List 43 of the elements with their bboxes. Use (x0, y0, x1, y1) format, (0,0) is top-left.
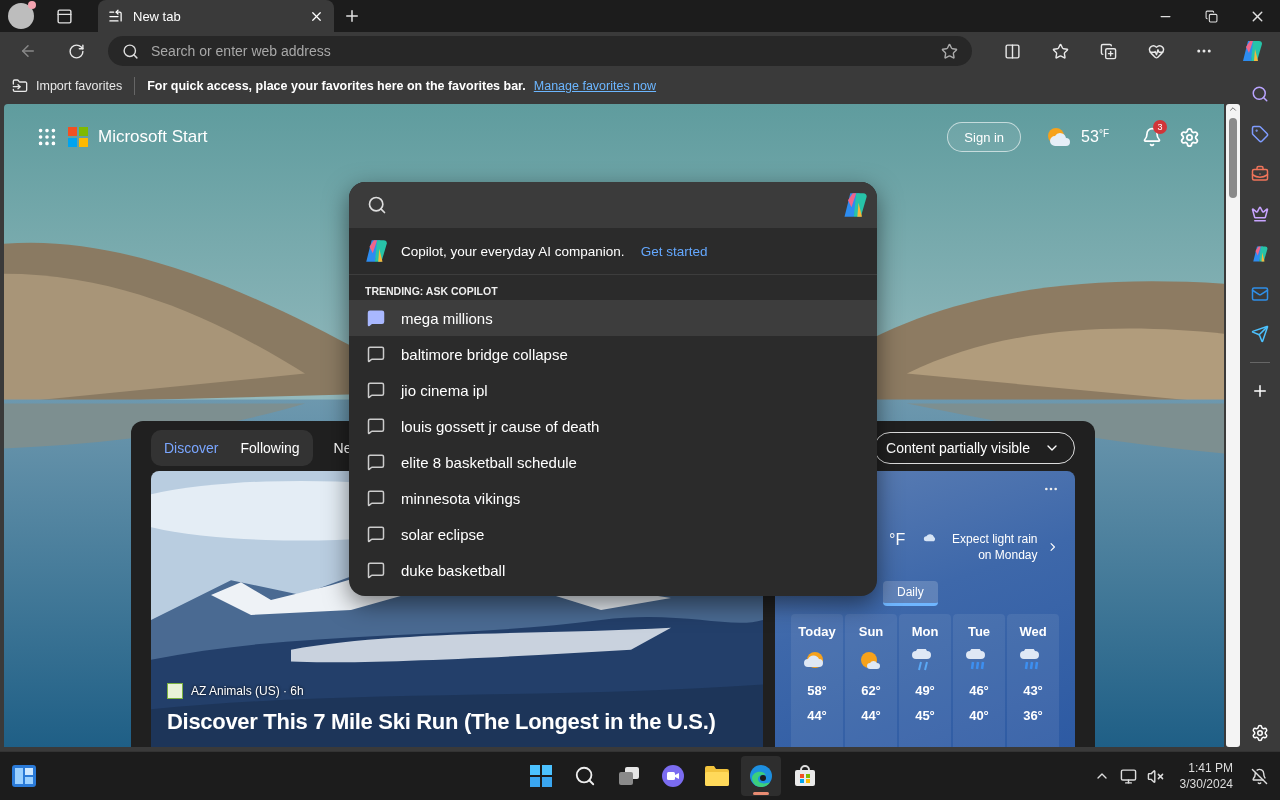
send-icon[interactable] (1251, 325, 1269, 343)
import-icon (12, 78, 28, 94)
collections-icon[interactable] (1099, 42, 1117, 60)
manage-favorites-link[interactable]: Manage favorites now (533, 79, 657, 93)
volume-muted-icon[interactable] (1146, 767, 1164, 785)
browser-tab[interactable]: New tab (98, 0, 334, 32)
profile-avatar[interactable] (8, 3, 34, 29)
star-icon[interactable] (941, 42, 958, 60)
notifications-icon[interactable] (1251, 767, 1268, 785)
heart-pulse-icon[interactable] (1147, 42, 1165, 60)
restore-icon[interactable] (1204, 9, 1218, 23)
copilot-icon[interactable] (1240, 39, 1264, 63)
network-icon[interactable] (1119, 767, 1137, 785)
video-chat-icon[interactable] (660, 764, 685, 788)
toolbox-icon[interactable] (1251, 165, 1269, 183)
folder-icon[interactable] (704, 766, 729, 786)
favorites-hint: For quick access, place your favorites here on the favorites bar. (147, 79, 526, 93)
scroll-thumb[interactable] (1229, 118, 1237, 198)
page-icon (108, 8, 123, 24)
shopping-bag-icon[interactable] (792, 764, 817, 788)
back-icon[interactable] (19, 42, 37, 60)
refresh-icon[interactable] (67, 42, 85, 60)
scrollbar[interactable] (1226, 104, 1240, 747)
copilot-icon[interactable] (1251, 245, 1269, 263)
tag-icon[interactable] (1251, 125, 1269, 143)
search-icon[interactable] (573, 765, 596, 787)
settings-icon[interactable] (1251, 724, 1269, 742)
search-icon (122, 42, 139, 60)
browser-icon[interactable] (748, 764, 773, 788)
scroll-up-icon[interactable] (1228, 104, 1238, 114)
windows-stack-icon[interactable] (616, 765, 641, 787)
add-icon[interactable] (1251, 382, 1269, 400)
favorites-icon[interactable] (1051, 42, 1069, 60)
import-favorites[interactable]: Import favorites (36, 79, 123, 93)
address-bar[interactable]: Search or enter web address (108, 36, 972, 66)
clock[interactable]: 1:41 PM 3/30/2024 (1179, 760, 1233, 792)
new-tab-icon[interactable] (343, 7, 361, 25)
tab-actions-icon[interactable] (55, 7, 73, 25)
split-screen-icon[interactable] (1003, 42, 1021, 60)
mail-icon[interactable] (1251, 285, 1269, 303)
windows-icon[interactable] (529, 765, 552, 787)
widgets-icon[interactable] (12, 765, 36, 787)
active-indicator (752, 792, 769, 795)
